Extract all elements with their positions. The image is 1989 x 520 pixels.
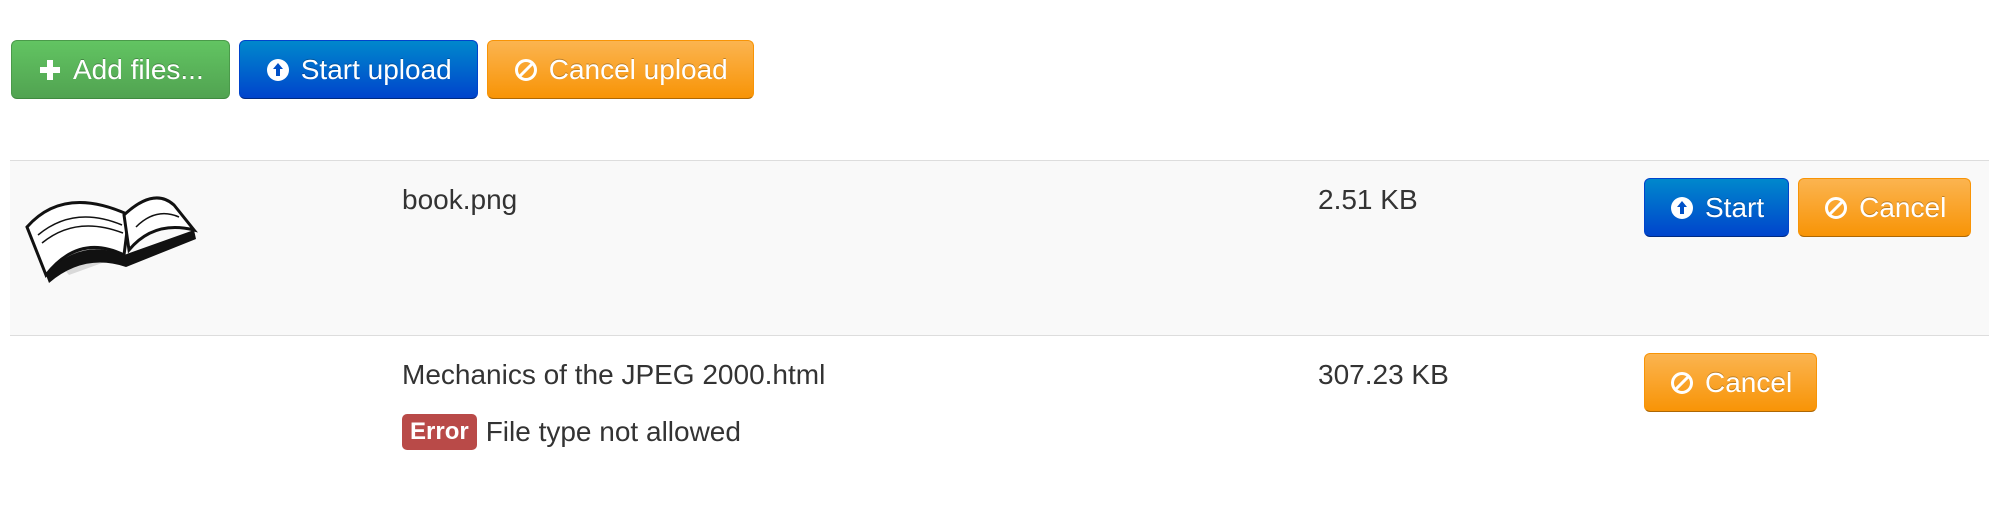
row-actions: Cancel: [1644, 353, 1818, 412]
file-name: book.png: [402, 184, 518, 215]
file-size: 307.23 KB: [1318, 359, 1449, 390]
cancel-button[interactable]: Cancel: [1644, 353, 1818, 412]
ban-circle-icon: [513, 57, 539, 83]
ban-circle-icon: [1669, 370, 1695, 396]
upload-circle-icon: [1669, 195, 1695, 221]
cancel-upload-label: Cancel upload: [548, 53, 728, 85]
start-button[interactable]: Start: [1644, 178, 1790, 237]
start-upload-label: Start upload: [300, 53, 452, 85]
upload-toolbar: Add files... Start upload Cancel upload: [11, 40, 754, 99]
file-row: book.png 2.51 KB Start Cancel: [10, 160, 1989, 335]
cancel-button[interactable]: Cancel: [1798, 178, 1972, 237]
file-size: 2.51 KB: [1318, 184, 1418, 215]
add-files-button[interactable]: Add files...: [11, 40, 230, 99]
cancel-label: Cancel: [1859, 191, 1947, 223]
error-badge: Error: [402, 414, 477, 450]
row-actions: Start Cancel: [1644, 178, 1972, 237]
plus-icon: [37, 57, 63, 83]
file-row: Mechanics of the JPEG 2000.html Error Fi…: [10, 335, 1989, 520]
cancel-upload-button[interactable]: Cancel upload: [486, 40, 754, 99]
error-line: Error File type not allowed: [402, 414, 741, 450]
start-label: Start: [1705, 191, 1765, 223]
cancel-label: Cancel: [1705, 366, 1793, 398]
error-message: File type not allowed: [485, 416, 741, 447]
start-upload-button[interactable]: Start upload: [238, 40, 478, 99]
open-book-icon: [24, 175, 199, 285]
upload-circle-icon: [265, 57, 291, 83]
ban-circle-icon: [1823, 195, 1849, 221]
file-list: book.png 2.51 KB Start Cancel Mechanics …: [10, 160, 1989, 520]
add-files-label: Add files...: [73, 53, 204, 85]
file-name: Mechanics of the JPEG 2000.html: [402, 359, 826, 390]
